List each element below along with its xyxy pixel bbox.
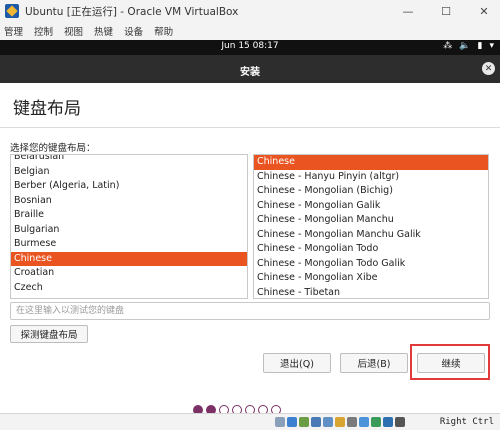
layout-list-item[interactable]: Bulgarian (11, 223, 247, 238)
display-icon[interactable] (347, 417, 357, 427)
host-key-label: Right Ctrl (439, 417, 494, 427)
layout-list-item[interactable]: Croatian (11, 266, 247, 281)
network-icon: ⁂ (443, 41, 453, 51)
variant-list-item[interactable]: Chinese - Mongolian (Bichig) (254, 184, 488, 199)
minimize-button[interactable]: — (398, 2, 418, 20)
installer-close-button[interactable]: ✕ (482, 62, 495, 75)
installer-title: 安装 (240, 67, 260, 78)
optical-drive-icon[interactable] (287, 417, 297, 427)
maximize-button[interactable]: ☐ (436, 2, 456, 20)
continue-button[interactable]: 继续 (417, 353, 485, 373)
variant-list-item[interactable]: Chinese - Mongolian Todo Galik (254, 257, 488, 272)
vbox-status-bar: Right Ctrl (0, 413, 500, 430)
variant-list-item[interactable]: Chinese - Hanyu Pinyin (altgr) (254, 170, 488, 185)
keyboard-test-input[interactable] (10, 302, 490, 320)
vbox-menu-bar: 管理 控制 视图 热键 设备 帮助 (0, 22, 500, 40)
variant-list-item[interactable]: Chinese - Mongolian Todo (254, 242, 488, 257)
page-title: 键盘布局 (13, 99, 81, 119)
layout-list-item[interactable]: Bosnian (11, 194, 247, 209)
network-adapter-icon[interactable] (311, 417, 321, 427)
layout-list-item[interactable]: Belgian (11, 165, 247, 180)
installer-header: 安装 ✕ (0, 55, 500, 83)
layout-list-item[interactable]: Berber (Algeria, Latin) (11, 179, 247, 194)
variant-list-item[interactable]: Chinese (254, 155, 488, 170)
cpu-icon[interactable] (371, 417, 381, 427)
audio-icon[interactable] (299, 417, 309, 427)
keyboard-icon[interactable] (395, 417, 405, 427)
menu-manage[interactable]: 管理 (4, 24, 23, 38)
layout-list-item[interactable]: Braille (11, 208, 247, 223)
video-capture-icon[interactable] (359, 417, 369, 427)
variant-list-item[interactable]: Chinese - Mongolian Xibe (254, 271, 488, 286)
choose-layout-label: 选择您的键盘布局： (10, 143, 96, 154)
variant-list-item[interactable]: Chinese - Mongolian Galik (254, 199, 488, 214)
layout-list-item[interactable]: Czech (11, 281, 247, 296)
usb-icon[interactable] (323, 417, 333, 427)
mouse-integration-icon[interactable] (383, 417, 393, 427)
quit-button[interactable]: 退出(Q) (263, 353, 331, 373)
menu-help[interactable]: 帮助 (154, 24, 173, 38)
layout-list[interactable]: Belarusian Belgian Berber (Algeria, Latin)… (10, 154, 248, 299)
chevron-down-icon: ▾ (489, 41, 494, 51)
hard-disk-icon[interactable] (275, 417, 285, 427)
volume-icon: 🔈 (459, 41, 471, 51)
layout-list-item[interactable]: Belarusian (11, 155, 247, 165)
vbox-device-icons (275, 417, 407, 427)
virtualbox-logo-icon (5, 4, 19, 18)
close-icon: ✕ (484, 63, 493, 74)
variant-list-item[interactable]: Chinese - Tibetan (254, 286, 488, 299)
variant-list-item[interactable]: Chinese - Mongolian Manchu Galik (254, 228, 488, 243)
menu-hotkeys[interactable]: 热键 (94, 24, 113, 38)
menu-devices[interactable]: 设备 (124, 24, 143, 38)
close-window-button[interactable]: ✕ (474, 2, 494, 20)
menu-view[interactable]: 视图 (64, 24, 83, 38)
layout-list-item[interactable]: Burmese (11, 237, 247, 252)
system-tray[interactable]: ⁂ 🔈 ▮ ▾ (436, 41, 494, 51)
battery-icon: ▮ (477, 41, 483, 51)
variant-list-item[interactable]: Chinese - Mongolian Manchu (254, 213, 488, 228)
variant-list[interactable]: Chinese Chinese - Hanyu Pinyin (altgr) Chi… (253, 154, 489, 299)
menu-control[interactable]: 控制 (34, 24, 53, 38)
divider (0, 127, 500, 128)
back-button[interactable]: 后退(B) (340, 353, 408, 373)
shared-folders-icon[interactable] (335, 417, 345, 427)
detect-layout-button[interactable]: 探测键盘布局 (10, 325, 88, 343)
clock[interactable]: Jun 15 08:17 (0, 41, 500, 51)
gnome-top-bar: Jun 15 08:17 ⁂ 🔈 ▮ ▾ (0, 40, 500, 55)
vbox-title-bar: Ubuntu [正在运行] - Oracle VM VirtualBox — ☐… (0, 0, 500, 22)
layout-list-item[interactable]: Chinese (11, 251, 247, 266)
window-title: Ubuntu [正在运行] - Oracle VM VirtualBox (25, 5, 239, 18)
